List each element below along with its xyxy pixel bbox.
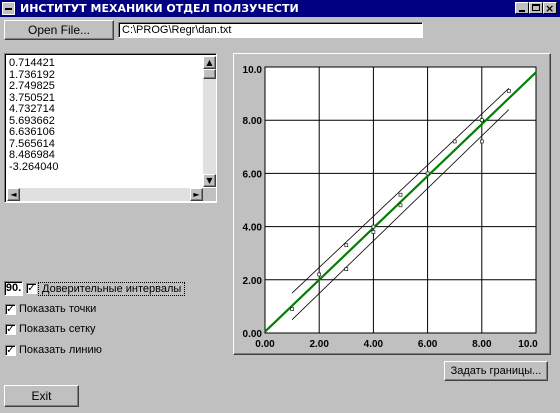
y-tick-label: 6.00 bbox=[243, 169, 263, 180]
check-icon: ✓ bbox=[6, 324, 15, 335]
data-point bbox=[452, 139, 457, 144]
system-menu-icon[interactable] bbox=[2, 2, 15, 15]
data-point bbox=[344, 243, 349, 248]
scroll-corner bbox=[203, 188, 216, 201]
data-point bbox=[371, 230, 376, 234]
data-point bbox=[398, 203, 403, 208]
data-point bbox=[317, 272, 321, 277]
show-points-checkbox[interactable]: ✓ bbox=[5, 304, 16, 315]
data-point bbox=[425, 171, 430, 176]
vertical-scrollbar[interactable]: ▲ ▼ bbox=[203, 56, 216, 187]
list-item[interactable]: 6.636106 bbox=[9, 126, 203, 139]
data-point bbox=[398, 192, 403, 197]
data-point bbox=[480, 139, 484, 144]
values-list: 0.714421 1.736192 2.749825 3.750521 4.732714… bbox=[7, 56, 203, 187]
show-line-checkbox[interactable]: ✓ bbox=[5, 345, 16, 356]
x-tick-label: 0.00 bbox=[255, 339, 275, 350]
scroll-right-icon[interactable]: ► bbox=[190, 188, 203, 201]
scroll-thumb[interactable] bbox=[203, 69, 216, 79]
y-tick-label: 2.00 bbox=[243, 276, 263, 287]
list-item[interactable]: 4.732714 bbox=[9, 103, 203, 116]
data-point bbox=[507, 89, 511, 93]
y-tick-label: 0.00 bbox=[243, 329, 263, 340]
data-point bbox=[480, 118, 484, 122]
close-button[interactable]: × bbox=[543, 2, 557, 15]
show-grid-label: Показать сетку bbox=[19, 323, 96, 335]
check-icon: ✓ bbox=[6, 345, 15, 356]
x-tick-label: 10.0 bbox=[518, 339, 538, 350]
horizontal-scrollbar[interactable]: ◄ ► bbox=[7, 188, 203, 201]
minimize-button[interactable] bbox=[515, 2, 529, 14]
close-icon: × bbox=[545, 2, 555, 15]
scroll-down-icon[interactable]: ▼ bbox=[203, 174, 216, 187]
data-point bbox=[371, 224, 376, 229]
file-path-field[interactable]: C:\PROG\Regr\dan.txt bbox=[118, 22, 423, 38]
confidence-label: Доверительные интервалы bbox=[38, 282, 186, 296]
chart-panel: 0.00 2.00 4.00 6.00 8.00 10.0 0.00 2.00 4.00 6.00… bbox=[233, 53, 551, 355]
x-tick-label: 4.00 bbox=[364, 339, 384, 350]
maximize-icon bbox=[532, 4, 540, 11]
regression-chart: 0.00 2.00 4.00 6.00 8.00 10.0 0.00 2.00 4.00 6.00… bbox=[243, 65, 539, 350]
confidence-checkbox[interactable]: ✓ bbox=[26, 283, 37, 294]
window-title: ИНСТИТУТ МЕХАНИКИ ОТДЕЛ ПОЛЗУЧЕСТИ bbox=[20, 2, 299, 15]
list-item[interactable]: -3.264040 bbox=[9, 161, 203, 174]
show-points-label: Показать точки bbox=[19, 303, 97, 315]
y-tick-label: 8.00 bbox=[243, 116, 263, 127]
exit-button[interactable]: Exit bbox=[4, 385, 79, 407]
show-line-label: Показать линию bbox=[19, 344, 102, 356]
list-item[interactable]: 2.749825 bbox=[9, 80, 203, 93]
maximize-button[interactable] bbox=[529, 2, 543, 14]
data-point bbox=[290, 307, 294, 311]
scroll-up-icon[interactable]: ▲ bbox=[203, 56, 216, 69]
list-item[interactable]: 0.714421 bbox=[9, 57, 203, 70]
x-tick-label: 6.00 bbox=[418, 339, 438, 350]
title-bar: ИНСТИТУТ МЕХАНИКИ ОТДЕЛ ПОЛЗУЧЕСТИ × bbox=[0, 0, 560, 17]
show-grid-checkbox[interactable]: ✓ bbox=[5, 324, 16, 335]
list-item[interactable]: 8.486984 bbox=[9, 149, 203, 162]
confidence-level-input[interactable]: 90. bbox=[4, 281, 23, 296]
check-icon: ✓ bbox=[6, 304, 15, 315]
y-tick-label: 10.0 bbox=[243, 65, 263, 76]
values-listbox[interactable]: 0.714421 1.736192 2.749825 3.750521 4.732714… bbox=[4, 53, 217, 203]
data-point bbox=[344, 267, 349, 271]
set-bounds-button[interactable]: Задать границы... bbox=[444, 361, 548, 381]
open-file-button[interactable]: Open File... bbox=[4, 20, 114, 40]
scroll-left-icon[interactable]: ◄ bbox=[7, 188, 20, 201]
x-tick-label: 8.00 bbox=[472, 339, 492, 350]
y-tick-label: 4.00 bbox=[243, 223, 263, 234]
x-tick-label: 2.00 bbox=[309, 339, 329, 350]
check-icon: ✓ bbox=[27, 283, 36, 294]
minimize-icon bbox=[519, 10, 525, 12]
